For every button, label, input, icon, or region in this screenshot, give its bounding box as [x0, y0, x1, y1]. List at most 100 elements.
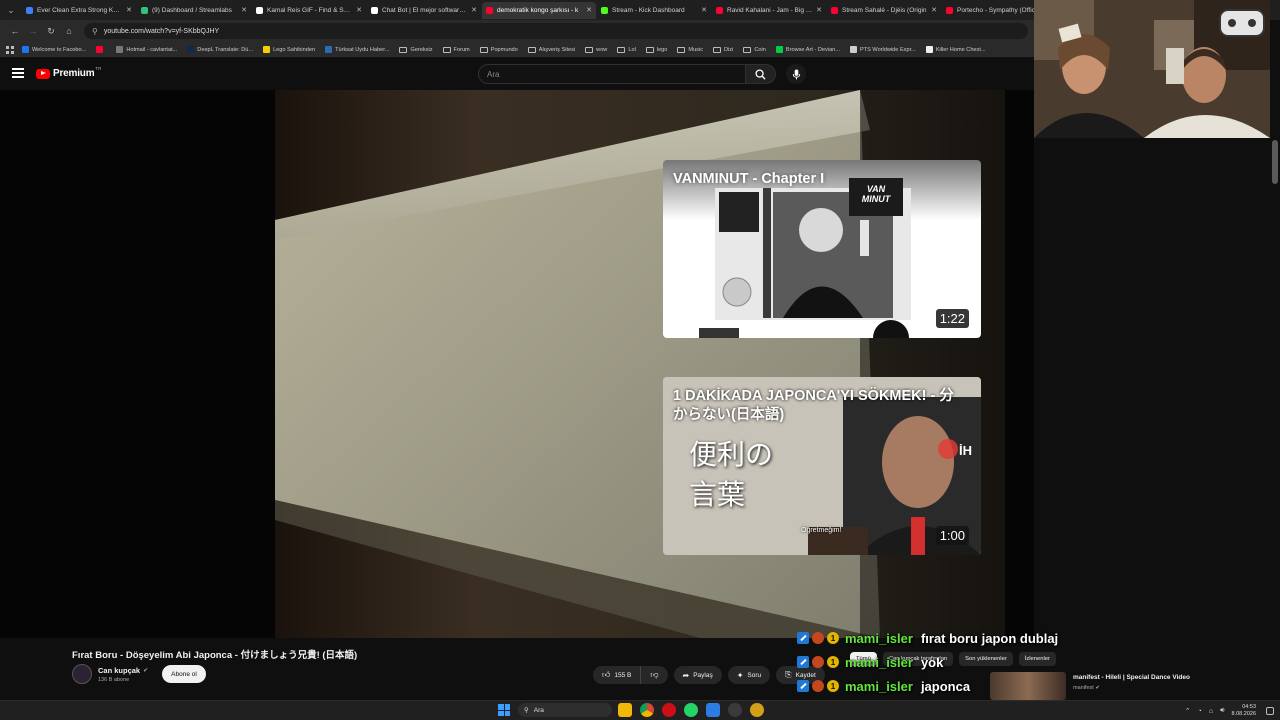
- close-icon[interactable]: ✕: [701, 6, 707, 14]
- site-settings-icon[interactable]: ⚲: [92, 27, 98, 36]
- bookmark-folder[interactable]: Lol: [617, 46, 636, 53]
- bookmark-folder[interactable]: Popmundo: [479, 46, 518, 53]
- youtube-logo[interactable]: Premium TR: [36, 66, 101, 79]
- browser-tab[interactable]: Stream - Kick Dashboard ✕: [597, 2, 711, 19]
- close-icon[interactable]: ✕: [816, 6, 822, 14]
- bookmark-item[interactable]: PTS Worldwide Expr...: [849, 46, 916, 53]
- apps-icon[interactable]: [6, 45, 14, 54]
- bookmark-item[interactable]: Türksat Uydu Haber...: [325, 46, 389, 53]
- bookmark-folder[interactable]: Dizi: [713, 46, 733, 53]
- tab-favicon-icon: [26, 6, 33, 14]
- channel-name[interactable]: Can kupçak: [98, 666, 140, 675]
- volume-icon[interactable]: 🔊︎: [1220, 707, 1224, 715]
- bookmark-folder[interactable]: lego: [645, 46, 667, 53]
- close-icon[interactable]: ✕: [126, 6, 132, 14]
- bookmark-folder[interactable]: wow: [585, 46, 607, 53]
- browser-tab[interactable]: Chat Bot | El mejor software p ✕: [367, 2, 481, 19]
- page-scrollbar-thumb[interactable]: [1272, 140, 1278, 184]
- bookmark-favicon-icon: [849, 46, 857, 53]
- bookmark-item[interactable]: Lego Sahibinden: [263, 46, 315, 53]
- chrome-icon[interactable]: [640, 703, 654, 717]
- bookmark-label: Lol: [628, 46, 636, 53]
- browser-tab[interactable]: Ever Clean Extra Strong Koku ✕: [22, 2, 136, 19]
- obs-icon[interactable]: [728, 703, 742, 717]
- browser-tab[interactable]: demokratik kongo şarkısı - k ✕: [482, 1, 596, 19]
- opera-icon[interactable]: [662, 703, 676, 717]
- bookmark-folder[interactable]: Coin: [743, 46, 766, 53]
- close-icon[interactable]: ✕: [471, 6, 477, 14]
- bookmark-item[interactable]: Killer Home Chest...: [925, 46, 986, 53]
- tab-title: Portecho - Sympathy (Officia: [957, 6, 1040, 14]
- taskbar-search[interactable]: ⚲ Ara: [518, 703, 612, 717]
- close-icon[interactable]: ✕: [241, 6, 247, 14]
- start-button[interactable]: [498, 704, 510, 716]
- bookmark-item[interactable]: Browse Art - Devian...: [775, 46, 840, 53]
- end-screen-card-japonca[interactable]: 1 DAKİKADA JAPONCA'YI SÖKMEK! - 分からない(日本…: [663, 377, 981, 555]
- browser-tab[interactable]: Stream Sahalé - Djéis (Origin ✕: [827, 2, 941, 19]
- voice-search-button[interactable]: [786, 64, 806, 84]
- bookmark-label: PTS Worldwide Expr...: [859, 46, 916, 53]
- clock[interactable]: 04:53 8.08.2026: [1232, 704, 1256, 718]
- search-icon: [755, 68, 766, 80]
- tab-title: Stream - Kick Dashboard: [612, 6, 685, 14]
- bookmark-folder[interactable]: Gereksiz: [399, 46, 433, 53]
- file-explorer-icon[interactable]: [618, 703, 632, 717]
- bookmark-label: Welcome to Facebo...: [32, 46, 87, 53]
- app-yellow-icon[interactable]: [750, 703, 764, 717]
- chevron-up-icon[interactable]: ⌃: [1185, 707, 1191, 715]
- back-icon[interactable]: ←: [6, 22, 24, 40]
- moderator-sword-icon: [797, 680, 809, 692]
- browser-tab[interactable]: (9) Dashboard / Streamlabs ✕: [137, 2, 251, 19]
- notification-icon[interactable]: [1266, 707, 1274, 715]
- browser-tab[interactable]: Ravid Kahalani - Jam - Big Ch ✕: [712, 2, 826, 19]
- like-button[interactable]: 👍︎ 155 B: [593, 666, 642, 684]
- tab-favicon-icon: [946, 6, 953, 14]
- video-player[interactable]: VANMINUT - Chapter I VAN MINUT 1:22 1 DA…: [0, 90, 1034, 638]
- url-field[interactable]: ⚲ youtube.com/watch?v=yf-SKbbQJHY: [84, 23, 1028, 39]
- dislike-button[interactable]: 👎︎: [641, 666, 668, 684]
- share-icon: ➦: [682, 670, 690, 680]
- close-icon[interactable]: ✕: [586, 6, 592, 14]
- app-blue-icon[interactable]: [706, 703, 720, 717]
- bookmark-item[interactable]: Hotmail - cavlantat...: [116, 46, 177, 53]
- bookmark-label: Lego Sahibinden: [273, 46, 316, 53]
- bookmark-favicon-icon: [187, 46, 195, 53]
- tab-title: Kamal Reis GIF - Find & Share: [267, 6, 354, 14]
- moderator-sword-icon: [797, 656, 809, 668]
- menu-icon[interactable]: [12, 68, 24, 78]
- search-input[interactable]: [487, 69, 745, 79]
- wifi-icon[interactable]: ◔: [1198, 708, 1202, 715]
- home-icon[interactable]: ⌂: [60, 22, 78, 40]
- bookmark-folder[interactable]: Music: [677, 46, 704, 53]
- subscribe-button[interactable]: Abone ol: [162, 665, 206, 683]
- tab-search-icon[interactable]: ⌄: [4, 3, 18, 17]
- channel-avatar[interactable]: [72, 664, 92, 684]
- sparkle-icon: ✦: [736, 670, 744, 680]
- system-tray: ⌃ ◔ ⌂ 🔊︎ 04:53 8.08.2026: [1185, 704, 1256, 718]
- search-button[interactable]: [746, 64, 776, 84]
- browser-tab[interactable]: Kamal Reis GIF - Find & Share ✕: [252, 2, 366, 19]
- close-icon[interactable]: ✕: [931, 6, 937, 14]
- folder-icon: [743, 46, 752, 53]
- bookmark-item[interactable]: DeepL Translate: Dü...: [187, 46, 253, 53]
- level-badge: 1: [827, 632, 839, 644]
- bookmarks-bar: Welcome to Facebo... Hotmail - cavlantat.…: [0, 42, 1034, 58]
- whatsapp-icon[interactable]: [684, 703, 698, 717]
- taskbar-apps: ⚲ Ara: [498, 703, 772, 717]
- reload-icon[interactable]: ↻: [42, 22, 60, 40]
- network-icon[interactable]: ⌂: [1209, 708, 1213, 715]
- bookmark-label: Music: [688, 46, 704, 53]
- end-screen-card-vanminut[interactable]: VANMINUT - Chapter I VAN MINUT 1:22: [663, 160, 981, 338]
- share-button[interactable]: ➦ Paylaş: [673, 666, 722, 684]
- share-label: Paylaş: [693, 671, 713, 679]
- tab-favicon-icon: [256, 6, 263, 14]
- close-icon[interactable]: ✕: [356, 6, 362, 14]
- thumbs-down-icon: 👎︎: [650, 670, 659, 679]
- bookmark-folder[interactable]: Alışveriş Sitesi: [527, 46, 575, 53]
- kanji-line-1: 便利の: [689, 438, 774, 471]
- bookmark-item[interactable]: [96, 46, 106, 53]
- bookmark-item[interactable]: Welcome to Facebo...: [22, 46, 86, 53]
- ask-button[interactable]: ✦ Soru: [727, 666, 771, 684]
- forward-icon[interactable]: →: [24, 22, 42, 40]
- bookmark-folder[interactable]: Forum: [442, 46, 470, 53]
